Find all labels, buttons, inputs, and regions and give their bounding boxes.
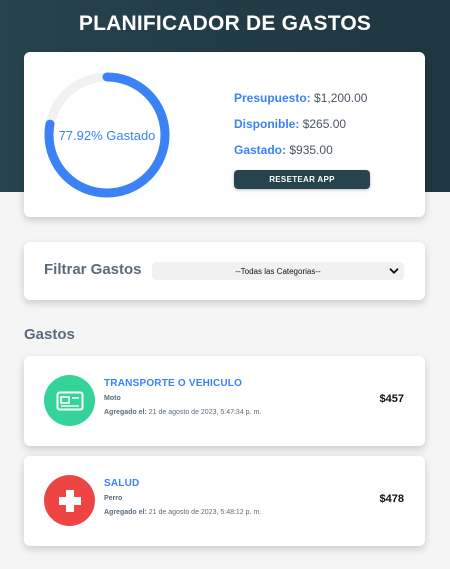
stat-presupuesto: Presupuesto: $1,200.00 bbox=[234, 91, 414, 117]
disponible-label: Disponible: bbox=[234, 117, 300, 131]
expense-added-label: Agregado el: bbox=[104, 509, 147, 516]
expense-item[interactable]: TRANSPORTE O VEHICULO Moto Agregado el: … bbox=[24, 356, 425, 446]
category-filter-select[interactable]: --Todas las Categorias-- bbox=[152, 262, 404, 280]
gastado-value: $935.00 bbox=[289, 143, 333, 157]
expense-amount: $478 bbox=[379, 493, 404, 505]
filter-label: Filtrar Gastos bbox=[44, 261, 142, 278]
gastado-label: Gastado: bbox=[234, 143, 287, 157]
filter-selected-option: --Todas las Categorias-- bbox=[235, 266, 321, 276]
expense-name: Perro bbox=[104, 495, 123, 502]
chevron-down-icon bbox=[389, 268, 399, 274]
presupuesto-value: $1,200.00 bbox=[314, 91, 368, 105]
percent-spent-label: 77.92% Gastado bbox=[58, 127, 156, 143]
budget-card: 77.92% Gastado Presupuesto: $1,200.00 Di… bbox=[24, 52, 425, 217]
expense-category: TRANSPORTE O VEHICULO bbox=[104, 378, 243, 389]
expense-name: Moto bbox=[104, 395, 121, 402]
expense-category: SALUD bbox=[104, 478, 140, 489]
expense-amount: $457 bbox=[379, 393, 404, 405]
expense-date-value: 21 de agosto de 2023, 5:47:34 p. m. bbox=[148, 409, 262, 416]
vehicle-card-icon bbox=[44, 375, 95, 426]
filter-card: Filtrar Gastos --Todas las Categorias-- bbox=[24, 242, 425, 300]
reset-app-button[interactable]: RESETEAR APP bbox=[234, 170, 370, 189]
expense-date-value: 21 de agosto de 2023, 5:48:12 p. m. bbox=[148, 509, 262, 516]
expense-date: Agregado el: 21 de agosto de 2023, 5:48:… bbox=[104, 509, 261, 516]
expense-item[interactable]: SALUD Perro Agregado el: 21 de agosto de… bbox=[24, 456, 425, 546]
presupuesto-label: Presupuesto: bbox=[234, 91, 311, 105]
stat-gastado: Gastado: $935.00 bbox=[234, 143, 414, 169]
stat-disponible: Disponible: $265.00 bbox=[234, 117, 414, 143]
expense-added-label: Agregado el: bbox=[104, 409, 147, 416]
health-cross-icon bbox=[44, 475, 95, 526]
expense-date: Agregado el: 21 de agosto de 2023, 5:47:… bbox=[104, 409, 261, 416]
disponible-value: $265.00 bbox=[302, 117, 347, 131]
budget-stats: Presupuesto: $1,200.00 Disponible: $265.… bbox=[234, 91, 414, 169]
expenses-section-title: Gastos bbox=[24, 326, 75, 343]
app-title: PLANIFICADOR DE GASTOS bbox=[78, 12, 372, 35]
